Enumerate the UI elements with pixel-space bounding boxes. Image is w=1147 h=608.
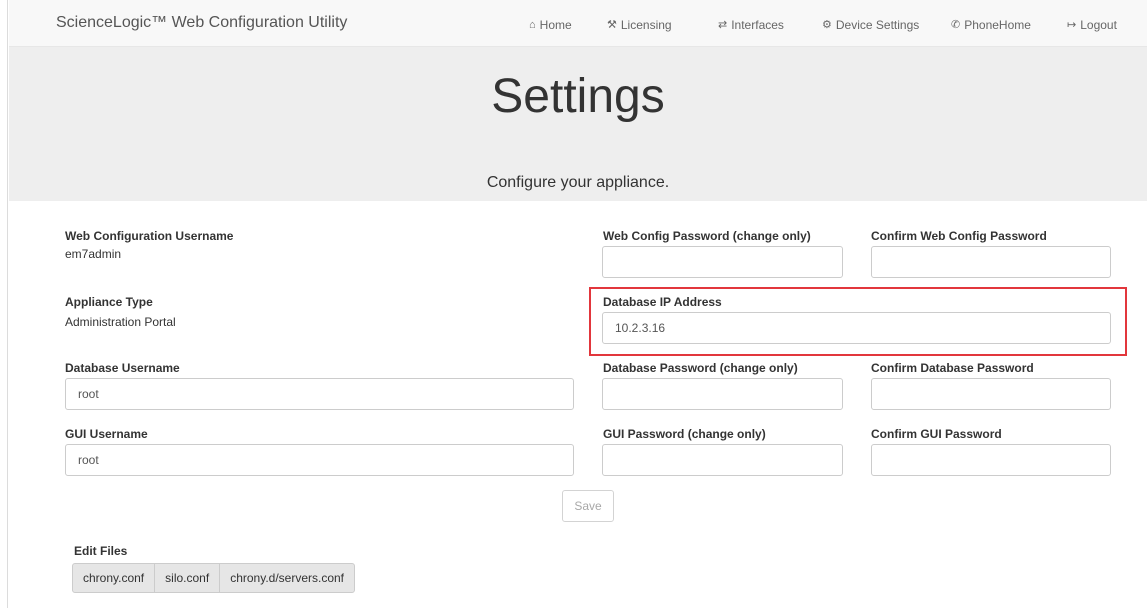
- nav-home-label: Home: [539, 18, 572, 32]
- confirm-database-password-label: Confirm Database Password: [871, 361, 1034, 375]
- confirm-web-config-password-label: Confirm Web Config Password: [871, 229, 1047, 243]
- page-header: Settings Configure your appliance.: [9, 47, 1147, 201]
- window-edge: [0, 0, 8, 608]
- top-navbar: ScienceLogic™ Web Configuration Utility …: [9, 0, 1147, 47]
- nav-phonehome-label: PhoneHome: [964, 18, 1031, 32]
- web-config-username-label: Web Configuration Username: [65, 229, 234, 243]
- nav-licensing-label: Licensing: [620, 18, 672, 32]
- home-icon: ⌂: [529, 18, 536, 31]
- web-config-username-value: em7admin: [65, 247, 122, 261]
- nav-interfaces[interactable]: ⇄ Interfaces: [718, 18, 784, 32]
- database-ip-field[interactable]: [602, 312, 1111, 344]
- database-username-field[interactable]: [65, 378, 574, 410]
- save-button[interactable]: Save: [562, 490, 614, 522]
- logout-icon: ↦: [1067, 18, 1077, 31]
- edit-files-label: Edit Files: [74, 544, 128, 558]
- confirm-gui-password-label: Confirm GUI Password: [871, 427, 1002, 441]
- confirm-database-password-field[interactable]: [871, 378, 1111, 410]
- appliance-type-label: Appliance Type: [65, 295, 153, 309]
- nav-logout-label: Logout: [1080, 18, 1117, 32]
- nav-device-settings[interactable]: ⚙ Device Settings: [822, 18, 919, 32]
- edit-silo-conf-button[interactable]: silo.conf: [154, 563, 221, 593]
- nav-logout[interactable]: ↦ Logout: [1067, 18, 1117, 32]
- database-password-label: Database Password (change only): [603, 361, 798, 375]
- database-username-label: Database Username: [65, 361, 180, 375]
- gui-username-label: GUI Username: [65, 427, 148, 441]
- page-title: Settings: [491, 70, 665, 123]
- gear-icon: ⚙: [822, 18, 832, 31]
- nav-interfaces-label: Interfaces: [731, 18, 784, 32]
- web-config-password-field[interactable]: [602, 246, 843, 278]
- app-brand[interactable]: ScienceLogic™ Web Configuration Utility: [56, 14, 347, 32]
- confirm-gui-password-field[interactable]: [871, 444, 1111, 476]
- gui-username-field[interactable]: [65, 444, 574, 476]
- edit-chrony-conf-button[interactable]: chrony.conf: [72, 563, 156, 593]
- edit-chrony-servers-conf-button[interactable]: chrony.d/servers.conf: [219, 563, 356, 593]
- gavel-icon: ⚒: [607, 18, 617, 31]
- web-config-password-label: Web Config Password (change only): [603, 229, 811, 243]
- phone-icon: ✆: [951, 18, 961, 31]
- gui-password-label: GUI Password (change only): [603, 427, 766, 441]
- confirm-web-config-password-field[interactable]: [871, 246, 1111, 278]
- nav-device-settings-label: Device Settings: [835, 18, 920, 32]
- nav-phonehome[interactable]: ✆ PhoneHome: [951, 18, 1031, 32]
- appliance-type-value: Administration Portal: [65, 315, 176, 329]
- database-ip-label: Database IP Address: [603, 295, 722, 309]
- gui-password-field[interactable]: [602, 444, 843, 476]
- nav-home[interactable]: ⌂ Home: [529, 18, 572, 32]
- transfer-icon: ⇄: [718, 18, 728, 31]
- edit-files-button-group: chrony.conf silo.conf chrony.d/servers.c…: [72, 563, 356, 593]
- page-subtitle: Configure your appliance.: [486, 174, 670, 191]
- nav-licensing[interactable]: ⚒ Licensing: [607, 18, 672, 32]
- database-password-field[interactable]: [602, 378, 843, 410]
